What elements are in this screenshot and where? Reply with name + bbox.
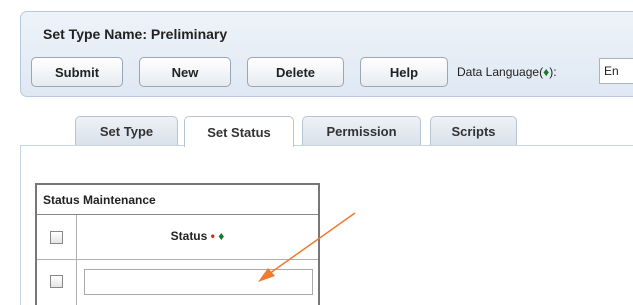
language-diamond-icon: ♦ [218,229,225,243]
new-button[interactable]: New [139,57,231,87]
data-language-select[interactable]: En [599,58,633,84]
submit-button[interactable]: Submit [31,57,123,87]
content-border [20,145,21,305]
header-panel: Set Type Name: Preliminary Submit New De… [20,11,633,97]
select-all-checkbox[interactable] [50,231,63,244]
row-checkbox[interactable] [50,275,63,288]
tab-scripts[interactable]: Scripts [430,116,517,145]
delete-button[interactable]: Delete [247,57,344,87]
required-marker-icon: • [210,229,215,243]
header-row-divider [37,259,318,260]
help-button[interactable]: Help [360,57,448,87]
tab-set-status[interactable]: Set Status [184,116,294,147]
set-type-name-title: Set Type Name: Preliminary [43,26,228,42]
tab-set-type[interactable]: Set Type [75,116,178,145]
data-language-suffix: ): [549,65,557,79]
tab-permission[interactable]: Permission [302,116,421,145]
status-column-label: Status [170,229,208,243]
status-column-header: Status • ♦ [77,229,318,243]
tab-strip-divider [20,145,633,146]
status-input[interactable] [84,269,313,295]
data-language-text: Data Language( [457,65,544,79]
status-maintenance-title: Status Maintenance [37,185,318,215]
status-maintenance-table: Status Maintenance Status • ♦ [35,183,320,305]
data-language-label: Data Language(♦): [457,65,557,79]
